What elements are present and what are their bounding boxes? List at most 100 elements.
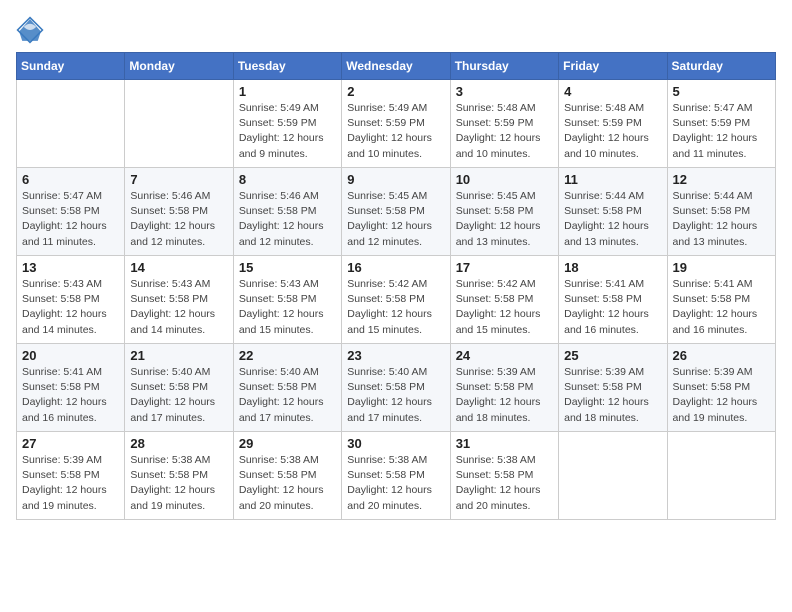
calendar-cell: 30 Sunrise: 5:38 AM Sunset: 5:58 PM Dayli…	[342, 432, 450, 520]
day-info: Sunrise: 5:45 AM Sunset: 5:58 PM Dayligh…	[456, 189, 553, 250]
day-number: 16	[347, 260, 444, 275]
day-info: Sunrise: 5:39 AM Sunset: 5:58 PM Dayligh…	[564, 365, 661, 426]
logo	[16, 16, 48, 44]
column-header-saturday: Saturday	[667, 53, 775, 80]
day-info: Sunrise: 5:40 AM Sunset: 5:58 PM Dayligh…	[130, 365, 227, 426]
calendar-week-row: 27 Sunrise: 5:39 AM Sunset: 5:58 PM Dayli…	[17, 432, 776, 520]
day-number: 24	[456, 348, 553, 363]
day-number: 3	[456, 84, 553, 99]
calendar-cell: 11 Sunrise: 5:44 AM Sunset: 5:58 PM Dayli…	[559, 168, 667, 256]
calendar-cell: 18Sunrise: 5:41 AM Sunset: 5:58 PM Dayli…	[559, 256, 667, 344]
logo-icon	[16, 16, 44, 44]
calendar-cell: 22 Sunrise: 5:40 AM Sunset: 5:58 PM Dayli…	[233, 344, 341, 432]
day-info: Sunrise: 5:38 AM Sunset: 5:58 PM Dayligh…	[456, 453, 553, 514]
page-header	[16, 16, 776, 44]
day-number: 9	[347, 172, 444, 187]
calendar-cell: 9 Sunrise: 5:45 AM Sunset: 5:58 PM Daylig…	[342, 168, 450, 256]
calendar-cell	[17, 80, 125, 168]
day-info: Sunrise: 5:47 AM Sunset: 5:59 PM Dayligh…	[673, 101, 770, 162]
day-info: Sunrise: 5:49 AM Sunset: 5:59 PM Dayligh…	[239, 101, 336, 162]
day-number: 22	[239, 348, 336, 363]
calendar-week-row: 1 Sunrise: 5:49 AM Sunset: 5:59 PM Daylig…	[17, 80, 776, 168]
day-info: Sunrise: 5:45 AM Sunset: 5:58 PM Dayligh…	[347, 189, 444, 250]
day-number: 4	[564, 84, 661, 99]
day-number: 15	[239, 260, 336, 275]
calendar-cell	[667, 432, 775, 520]
day-number: 13	[22, 260, 119, 275]
calendar-cell: 3 Sunrise: 5:48 AM Sunset: 5:59 PM Daylig…	[450, 80, 558, 168]
day-number: 5	[673, 84, 770, 99]
calendar-cell: 23 Sunrise: 5:40 AM Sunset: 5:58 PM Dayli…	[342, 344, 450, 432]
calendar-week-row: 13 Sunrise: 5:43 AM Sunset: 5:58 PM Dayli…	[17, 256, 776, 344]
day-number: 7	[130, 172, 227, 187]
day-info: Sunrise: 5:40 AM Sunset: 5:58 PM Dayligh…	[347, 365, 444, 426]
day-number: 6	[22, 172, 119, 187]
day-info: Sunrise: 5:39 AM Sunset: 5:58 PM Dayligh…	[22, 453, 119, 514]
day-info: Sunrise: 5:49 AM Sunset: 5:59 PM Dayligh…	[347, 101, 444, 162]
day-info: Sunrise: 5:42 AM Sunset: 5:58 PM Dayligh…	[456, 277, 553, 338]
calendar-cell: 5 Sunrise: 5:47 AM Sunset: 5:59 PM Daylig…	[667, 80, 775, 168]
calendar-cell: 26Sunrise: 5:39 AM Sunset: 5:58 PM Dayli…	[667, 344, 775, 432]
calendar-cell	[125, 80, 233, 168]
calendar-cell: 6 Sunrise: 5:47 AM Sunset: 5:58 PM Daylig…	[17, 168, 125, 256]
calendar-cell: 2Sunrise: 5:49 AM Sunset: 5:59 PM Daylig…	[342, 80, 450, 168]
calendar-cell: 14Sunrise: 5:43 AM Sunset: 5:58 PM Dayli…	[125, 256, 233, 344]
calendar-cell	[559, 432, 667, 520]
day-info: Sunrise: 5:41 AM Sunset: 5:58 PM Dayligh…	[673, 277, 770, 338]
day-info: Sunrise: 5:47 AM Sunset: 5:58 PM Dayligh…	[22, 189, 119, 250]
day-info: Sunrise: 5:41 AM Sunset: 5:58 PM Dayligh…	[22, 365, 119, 426]
day-number: 10	[456, 172, 553, 187]
calendar-cell: 7 Sunrise: 5:46 AM Sunset: 5:58 PM Daylig…	[125, 168, 233, 256]
column-header-wednesday: Wednesday	[342, 53, 450, 80]
day-info: Sunrise: 5:48 AM Sunset: 5:59 PM Dayligh…	[564, 101, 661, 162]
calendar-cell: 29 Sunrise: 5:38 AM Sunset: 5:58 PM Dayli…	[233, 432, 341, 520]
column-header-sunday: Sunday	[17, 53, 125, 80]
day-info: Sunrise: 5:43 AM Sunset: 5:58 PM Dayligh…	[239, 277, 336, 338]
day-number: 29	[239, 436, 336, 451]
day-number: 14	[130, 260, 227, 275]
calendar-cell: 12Sunrise: 5:44 AM Sunset: 5:58 PM Dayli…	[667, 168, 775, 256]
calendar-cell: 25 Sunrise: 5:39 AM Sunset: 5:58 PM Dayli…	[559, 344, 667, 432]
day-number: 11	[564, 172, 661, 187]
column-header-tuesday: Tuesday	[233, 53, 341, 80]
column-header-monday: Monday	[125, 53, 233, 80]
calendar-cell: 13 Sunrise: 5:43 AM Sunset: 5:58 PM Dayli…	[17, 256, 125, 344]
day-info: Sunrise: 5:39 AM Sunset: 5:58 PM Dayligh…	[456, 365, 553, 426]
calendar-cell: 4 Sunrise: 5:48 AM Sunset: 5:59 PM Daylig…	[559, 80, 667, 168]
day-number: 8	[239, 172, 336, 187]
day-info: Sunrise: 5:38 AM Sunset: 5:58 PM Dayligh…	[239, 453, 336, 514]
calendar-cell: 27 Sunrise: 5:39 AM Sunset: 5:58 PM Dayli…	[17, 432, 125, 520]
day-number: 12	[673, 172, 770, 187]
day-info: Sunrise: 5:44 AM Sunset: 5:58 PM Dayligh…	[564, 189, 661, 250]
day-info: Sunrise: 5:48 AM Sunset: 5:59 PM Dayligh…	[456, 101, 553, 162]
day-number: 23	[347, 348, 444, 363]
day-number: 31	[456, 436, 553, 451]
day-info: Sunrise: 5:38 AM Sunset: 5:58 PM Dayligh…	[130, 453, 227, 514]
day-info: Sunrise: 5:46 AM Sunset: 5:58 PM Dayligh…	[239, 189, 336, 250]
calendar-cell: 10 Sunrise: 5:45 AM Sunset: 5:58 PM Dayli…	[450, 168, 558, 256]
day-info: Sunrise: 5:40 AM Sunset: 5:58 PM Dayligh…	[239, 365, 336, 426]
day-number: 27	[22, 436, 119, 451]
day-number: 19	[673, 260, 770, 275]
day-info: Sunrise: 5:42 AM Sunset: 5:58 PM Dayligh…	[347, 277, 444, 338]
calendar-week-row: 6 Sunrise: 5:47 AM Sunset: 5:58 PM Daylig…	[17, 168, 776, 256]
day-number: 25	[564, 348, 661, 363]
calendar-cell: 31 Sunrise: 5:38 AM Sunset: 5:58 PM Dayli…	[450, 432, 558, 520]
calendar-cell: 8 Sunrise: 5:46 AM Sunset: 5:58 PM Daylig…	[233, 168, 341, 256]
day-info: Sunrise: 5:46 AM Sunset: 5:58 PM Dayligh…	[130, 189, 227, 250]
calendar-cell: 16 Sunrise: 5:42 AM Sunset: 5:58 PM Dayli…	[342, 256, 450, 344]
day-number: 28	[130, 436, 227, 451]
calendar-cell: 15 Sunrise: 5:43 AM Sunset: 5:58 PM Dayli…	[233, 256, 341, 344]
calendar-header-row: SundayMondayTuesdayWednesdayThursdayFrid…	[17, 53, 776, 80]
day-number: 30	[347, 436, 444, 451]
day-info: Sunrise: 5:39 AM Sunset: 5:58 PM Dayligh…	[673, 365, 770, 426]
calendar-cell: 19 Sunrise: 5:41 AM Sunset: 5:58 PM Dayli…	[667, 256, 775, 344]
calendar-cell: 17 Sunrise: 5:42 AM Sunset: 5:58 PM Dayli…	[450, 256, 558, 344]
day-number: 1	[239, 84, 336, 99]
day-number: 20	[22, 348, 119, 363]
day-info: Sunrise: 5:38 AM Sunset: 5:58 PM Dayligh…	[347, 453, 444, 514]
day-number: 17	[456, 260, 553, 275]
column-header-friday: Friday	[559, 53, 667, 80]
day-info: Sunrise: 5:43 AM Sunset: 5:58 PM Dayligh…	[22, 277, 119, 338]
day-number: 21	[130, 348, 227, 363]
